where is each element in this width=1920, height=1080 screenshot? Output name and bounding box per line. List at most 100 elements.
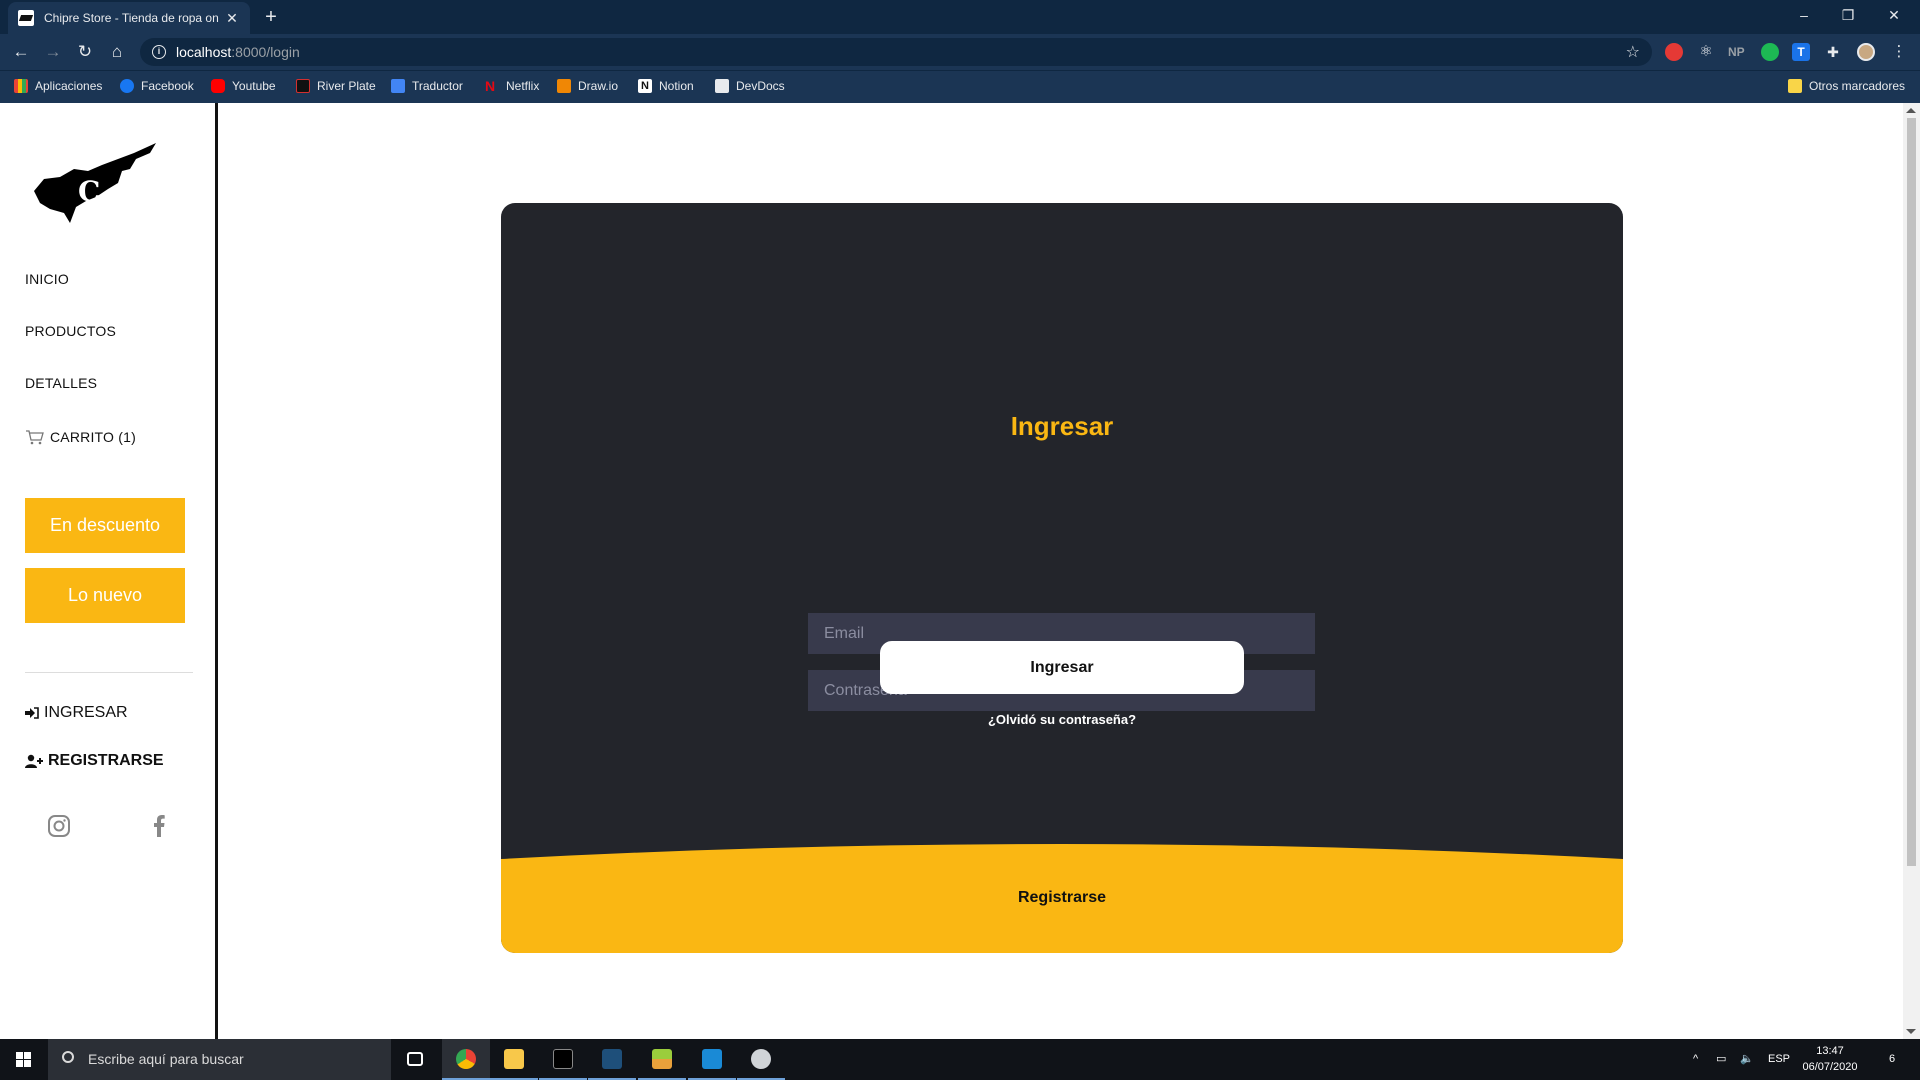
network-icon[interactable]: ▭: [1716, 1039, 1726, 1080]
search-icon: [62, 1051, 74, 1063]
browser-chrome: Chipre Store - Tienda de ropa on ✕ + – ❐…: [0, 0, 1920, 103]
language-indicator[interactable]: ESP: [1768, 1039, 1790, 1080]
sidebar: C INICIO PRODUCTOS DETALLES CARRITO (1) …: [0, 103, 218, 1039]
extension-react-icon[interactable]: ⚛: [1697, 43, 1715, 61]
taskbar-file-explorer[interactable]: [490, 1039, 538, 1080]
bookmark-other-folder[interactable]: Otros marcadores: [1788, 79, 1905, 93]
bookmark-facebook[interactable]: Facebook: [120, 79, 194, 93]
netflix-icon: N: [485, 78, 496, 94]
sidebar-login-link[interactable]: INGRESAR: [25, 704, 128, 722]
page-scrollbar[interactable]: [1903, 103, 1920, 1039]
forgot-password-link[interactable]: ¿Olvidó su contraseña?: [501, 712, 1623, 727]
sidebar-register-link[interactable]: REGISTRARSE: [25, 752, 164, 770]
extension-green-icon[interactable]: [1761, 43, 1779, 61]
taskbar-chrome[interactable]: [442, 1039, 490, 1080]
bookmark-netflix[interactable]: N Netflix: [485, 79, 539, 93]
restore-button[interactable]: ❐: [1826, 0, 1870, 30]
clock-date: 06/07/2020: [1802, 1061, 1858, 1073]
facebook-icon: [120, 79, 134, 93]
bookmarks-bar: Aplicaciones Facebook Youtube River Plat…: [0, 70, 1920, 103]
sign-in-icon: [25, 707, 39, 719]
taskbar-paint[interactable]: [737, 1039, 785, 1080]
login-card: Ingresar Ingresar ¿Olvidó su contraseña?…: [501, 203, 1623, 953]
taskbar-vscode[interactable]: [688, 1039, 736, 1080]
tab-title: Chipre Store - Tienda de ropa on: [44, 11, 219, 25]
login-submit-button[interactable]: Ingresar: [880, 641, 1244, 694]
task-view-button[interactable]: [391, 1039, 439, 1080]
url-path: :8000/login: [231, 44, 300, 60]
address-bar[interactable]: i localhost:8000/login ☆: [140, 38, 1652, 66]
reload-button[interactable]: ↻: [74, 41, 96, 63]
home-button[interactable]: ⌂: [106, 41, 128, 63]
close-tab-icon[interactable]: ✕: [224, 10, 240, 27]
new-arrivals-button[interactable]: Lo nuevo: [25, 568, 185, 623]
drawio-icon: [557, 79, 571, 93]
taskbar-terminal[interactable]: [539, 1039, 587, 1080]
notification-center-button[interactable]: 6: [1880, 1039, 1904, 1080]
scrollbar-thumb[interactable]: [1907, 118, 1916, 866]
discount-button[interactable]: En descuento: [25, 498, 185, 553]
extension-adblock-icon[interactable]: [1665, 43, 1683, 61]
login-title: Ingresar: [1010, 411, 1114, 441]
extension-np-icon[interactable]: NP: [1728, 43, 1746, 61]
taskbar-layers-app[interactable]: [638, 1039, 686, 1080]
windows-start-icon[interactable]: [0, 1039, 48, 1080]
bookmark-traductor[interactable]: Traductor: [391, 79, 463, 93]
extension-translate-icon[interactable]: T: [1792, 43, 1810, 61]
site-favicon-icon: [18, 10, 34, 26]
site-info-icon[interactable]: i: [152, 45, 166, 59]
taskbar-mysql-workbench[interactable]: [588, 1039, 636, 1080]
bookmark-devdocs[interactable]: DevDocs: [715, 79, 785, 93]
volume-icon[interactable]: 🔈: [1740, 1039, 1754, 1080]
cart-label: CARRITO (1): [50, 429, 136, 445]
forward-button[interactable]: →: [42, 41, 64, 63]
translate-icon: [391, 79, 405, 93]
browser-menu-icon[interactable]: ⋮: [1890, 43, 1908, 61]
task-view-icon: [407, 1052, 423, 1066]
taskbar-search-placeholder: Escribe aquí para buscar: [88, 1051, 244, 1067]
page-viewport: C INICIO PRODUCTOS DETALLES CARRITO (1) …: [0, 103, 1920, 1039]
devdocs-icon: [715, 79, 729, 93]
nav-productos[interactable]: PRODUCTOS: [25, 323, 116, 339]
nav-detalles[interactable]: DETALLES: [25, 375, 97, 391]
bookmark-youtube[interactable]: Youtube: [211, 79, 276, 93]
new-tab-button[interactable]: +: [260, 6, 282, 28]
scroll-up-icon[interactable]: [1906, 108, 1916, 113]
chipre-logo[interactable]: C: [30, 141, 165, 226]
taskbar-search-input[interactable]: Escribe aquí para buscar: [48, 1039, 391, 1080]
register-label: REGISTRARSE: [48, 752, 164, 769]
folder-icon: [504, 1049, 524, 1069]
bookmark-star-icon[interactable]: ☆: [1626, 42, 1640, 62]
folder-icon: [1788, 79, 1802, 93]
apps-grid-icon: [14, 79, 28, 93]
mysql-workbench-icon: [602, 1049, 622, 1069]
register-link[interactable]: Registrarse: [501, 889, 1623, 907]
taskbar-clock[interactable]: 13:47 06/07/2020: [1790, 1043, 1870, 1075]
notification-count-badge: 6: [1888, 1053, 1896, 1065]
instagram-icon[interactable]: [48, 815, 70, 837]
layers-app-icon: [652, 1049, 672, 1069]
windows-taskbar: Escribe aquí para buscar ^ ▭ 🔈 ESP 13:47…: [0, 1039, 1920, 1080]
back-button[interactable]: ←: [10, 41, 32, 63]
profile-avatar[interactable]: [1857, 43, 1875, 61]
scroll-down-icon[interactable]: [1906, 1029, 1916, 1034]
bookmark-drawio[interactable]: Draw.io: [557, 79, 618, 93]
nav-cart[interactable]: CARRITO (1): [25, 429, 136, 445]
close-window-button[interactable]: ✕: [1872, 0, 1916, 30]
facebook-icon[interactable]: [153, 815, 165, 837]
chrome-icon: [456, 1049, 476, 1069]
terminal-icon: [553, 1049, 573, 1069]
cart-icon: [26, 430, 44, 445]
vscode-icon: [702, 1049, 722, 1069]
browser-tab[interactable]: Chipre Store - Tienda de ropa on ✕: [8, 2, 250, 34]
bookmark-notion[interactable]: N Notion: [638, 79, 694, 93]
extensions-puzzle-icon[interactable]: ✚: [1824, 43, 1842, 61]
minimize-button[interactable]: –: [1782, 0, 1826, 30]
nav-inicio[interactable]: INICIO: [25, 271, 69, 287]
show-hidden-icons-button[interactable]: ^: [1693, 1039, 1698, 1080]
sidebar-divider: [25, 672, 193, 673]
clock-time: 13:47: [1816, 1045, 1844, 1057]
user-plus-icon: [25, 754, 43, 768]
bookmark-river-plate[interactable]: River Plate: [296, 79, 376, 93]
bookmark-apps[interactable]: Aplicaciones: [14, 79, 102, 93]
